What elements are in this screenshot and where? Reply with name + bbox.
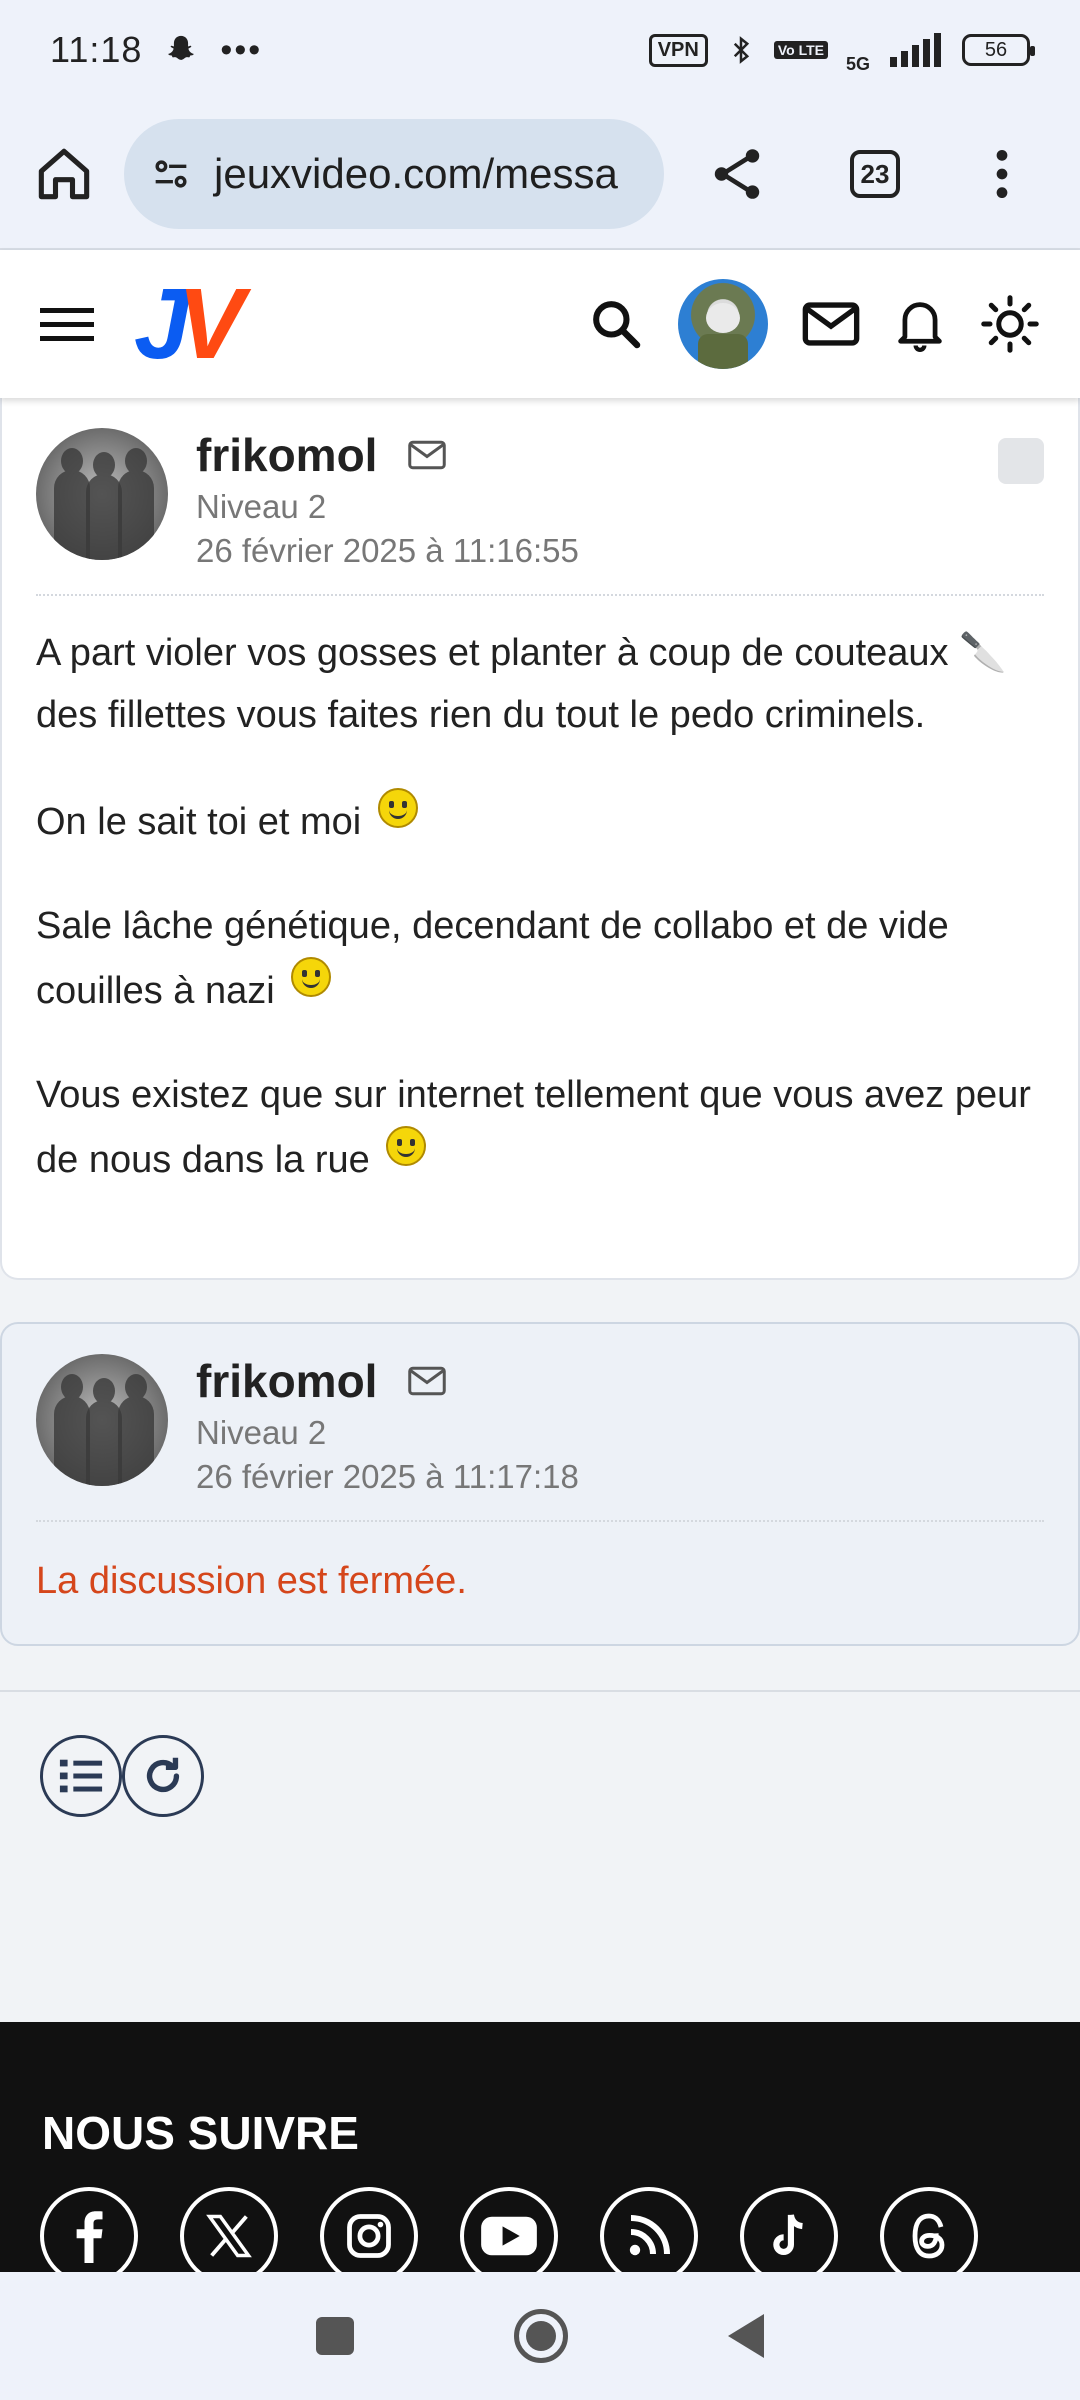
post-header: frikomol Niveau 2 26 février 2025 à 11:1… <box>36 428 1044 596</box>
x-link[interactable] <box>180 2187 278 2285</box>
threads-icon <box>912 2213 945 2259</box>
jv-logo[interactable]: JV <box>134 274 244 374</box>
messages-icon[interactable] <box>802 301 860 347</box>
address-bar[interactable]: jeuxvideo.com/messa <box>124 119 664 229</box>
search-icon[interactable] <box>588 296 644 352</box>
notifications-bell-icon[interactable] <box>894 296 946 352</box>
bluetooth-icon <box>733 36 749 64</box>
post-date[interactable]: 26 février 2025 à 11:16:55 <box>196 532 579 570</box>
divider <box>0 1690 1080 1692</box>
status-time: 11:18 <box>50 29 143 70</box>
instagram-icon <box>347 2214 391 2258</box>
post-body: A part violer vos gosses et planter à co… <box>36 596 1044 1191</box>
forum-post: frikomol Niveau 2 26 février 2025 à 11:1… <box>0 398 1080 1280</box>
site-settings-icon[interactable] <box>148 151 194 197</box>
smiley-icon <box>291 957 332 997</box>
tiktok-link[interactable] <box>740 2187 838 2285</box>
facebook-icon <box>76 2211 103 2263</box>
author-level: Niveau 2 <box>196 1414 327 1451</box>
smiley-icon <box>386 1126 427 1166</box>
author-name[interactable]: frikomol <box>196 428 377 482</box>
home-button[interactable] <box>514 2309 568 2363</box>
tiktok-icon <box>773 2214 803 2255</box>
more-notifications-icon: ••• <box>220 30 263 69</box>
refresh-button[interactable] <box>122 1735 204 1817</box>
rss-link[interactable] <box>600 2187 698 2285</box>
rss-icon <box>629 2215 670 2256</box>
system-navigation-bar <box>0 2272 1080 2400</box>
tab-switcher-button[interactable]: 23 <box>850 150 900 198</box>
instagram-link[interactable] <box>320 2187 418 2285</box>
menu-kebab-icon[interactable] <box>992 146 1012 202</box>
post-date[interactable]: 26 février 2025 à 11:17:18 <box>196 1458 579 1496</box>
network-type: 5G <box>845 53 870 74</box>
post-header: frikomol Niveau 2 26 février 2025 à 11:1… <box>36 1354 1044 1522</box>
forum-post: frikomol Niveau 2 26 février 2025 à 11:1… <box>0 1322 1080 1646</box>
post-paragraph: A part violer vos gosses et planter à co… <box>36 632 1007 736</box>
post-paragraph: Vous existez que sur internet tellement … <box>36 1074 1031 1181</box>
youtube-link[interactable] <box>460 2187 558 2285</box>
url-text: jeuxvideo.com/messa <box>214 150 618 197</box>
private-message-icon[interactable] <box>407 440 447 470</box>
youtube-icon <box>481 2216 537 2256</box>
back-to-list-button[interactable] <box>40 1735 122 1817</box>
facebook-link[interactable] <box>40 2187 138 2285</box>
recent-apps-button[interactable] <box>316 2317 354 2355</box>
author-name[interactable]: frikomol <box>196 1354 377 1408</box>
status-bar: 11:18 ••• VPN Vo LTE 5G 56 <box>0 0 1080 100</box>
author-avatar[interactable] <box>36 428 168 560</box>
list-icon <box>59 1759 103 1793</box>
private-message-icon[interactable] <box>407 1366 447 1396</box>
report-icon[interactable] <box>998 438 1044 484</box>
hamburger-menu-icon[interactable] <box>40 302 94 346</box>
share-icon[interactable] <box>706 143 768 205</box>
topic-actions <box>40 1735 204 1817</box>
site-header: JV <box>0 250 1080 398</box>
post-paragraph: On le sait toi et moi <box>36 788 1044 853</box>
theme-toggle-sun-icon[interactable] <box>980 294 1040 354</box>
user-avatar[interactable] <box>678 279 768 369</box>
social-links <box>40 2187 978 2285</box>
post-paragraph: Sale lâche génétique, decendant de colla… <box>36 905 949 1012</box>
author-avatar[interactable] <box>36 1354 168 1486</box>
battery-indicator: 56 <box>962 34 1035 66</box>
browser-toolbar: jeuxvideo.com/messa 23 <box>0 100 1080 250</box>
discussion-closed-message: La discussion est fermée. <box>36 1560 467 1602</box>
x-icon <box>206 2214 252 2258</box>
author-level: Niveau 2 <box>196 488 327 525</box>
back-button[interactable] <box>728 2314 764 2358</box>
snapchat-icon <box>168 35 195 60</box>
site-footer: NOUS SUIVRE <box>0 2022 1080 2285</box>
threads-link[interactable] <box>880 2187 978 2285</box>
smiley-icon <box>377 788 418 828</box>
refresh-icon <box>146 1757 180 1793</box>
home-icon[interactable] <box>30 140 98 208</box>
signal-icon <box>890 33 941 67</box>
volte-badge: Vo LTE <box>773 41 828 59</box>
footer-follow-title: NOUS SUIVRE <box>42 2107 359 2159</box>
vpn-badge: VPN <box>648 33 708 67</box>
